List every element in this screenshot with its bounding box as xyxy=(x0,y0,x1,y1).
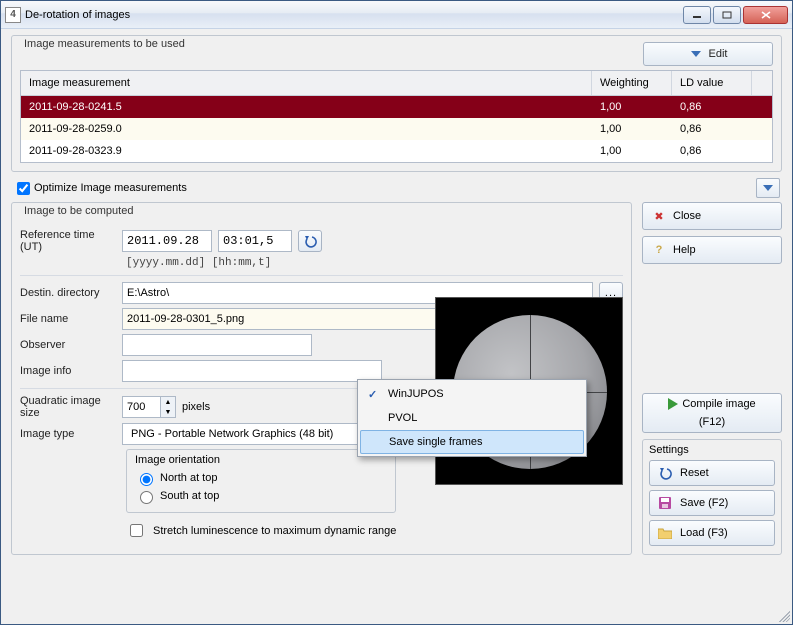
close-window-button[interactable] xyxy=(743,6,788,24)
revert-time-button[interactable] xyxy=(298,230,322,252)
measurements-group-title: Image measurements to be used xyxy=(20,38,189,50)
cell-weighting: 1,00 xyxy=(592,118,672,140)
cell-ld: 0,86 xyxy=(672,96,772,118)
col-weighting[interactable]: Weighting xyxy=(592,71,672,95)
compile-button[interactable]: Compile image (F12) xyxy=(642,393,782,433)
col-spacer xyxy=(752,71,772,95)
table-body: 2011-09-28-0241.51,000,862011-09-28-0259… xyxy=(21,96,772,162)
help-icon: ? xyxy=(651,244,667,256)
col-measurement[interactable]: Image measurement xyxy=(21,71,592,95)
reftime-hint: [yyyy.mm.dd] [hh:mm,t] xyxy=(126,257,623,269)
pixels-label: pixels xyxy=(182,401,210,413)
optimize-label: Optimize Image measurements xyxy=(34,182,187,194)
save-icon xyxy=(658,496,674,510)
load-button[interactable]: Load (F3) xyxy=(649,520,775,546)
filename-dropdown-menu: WinJUPOSPVOLSave single frames xyxy=(357,379,587,457)
south-radio[interactable] xyxy=(140,491,153,504)
menu-item[interactable]: PVOL xyxy=(360,406,584,430)
compute-group-title: Image to be computed xyxy=(20,205,137,217)
optimize-checkbox[interactable] xyxy=(17,182,30,195)
folder-icon xyxy=(658,527,674,539)
table-header: Image measurement Weighting LD value xyxy=(21,71,772,96)
minimize-button[interactable] xyxy=(683,6,711,24)
load-label: Load (F3) xyxy=(680,527,728,539)
help-label: Help xyxy=(673,244,696,256)
north-radio[interactable] xyxy=(140,473,153,486)
destdir-label: Destin. directory xyxy=(20,287,116,299)
imageinfo-input[interactable] xyxy=(122,360,382,382)
imagetype-select[interactable]: PNG - Portable Network Graphics (48 bit) xyxy=(122,423,392,445)
quadsize-spinner[interactable]: ▲▼ xyxy=(122,396,176,418)
filename-label: File name xyxy=(20,313,116,325)
settings-title: Settings xyxy=(649,444,775,456)
ref-date-input[interactable] xyxy=(122,230,212,252)
maximize-button[interactable] xyxy=(713,6,741,24)
close-label: Close xyxy=(673,210,701,222)
stretch-checkbox[interactable] xyxy=(130,524,143,537)
edit-button[interactable]: Edit xyxy=(643,42,773,66)
window-title: De-rotation of images xyxy=(25,9,683,21)
col-ldvalue[interactable]: LD value xyxy=(672,71,752,95)
compile-key-label: (F12) xyxy=(699,416,725,428)
reset-label: Reset xyxy=(680,467,709,479)
titlebar[interactable]: 4 De-rotation of images xyxy=(1,1,792,29)
below-table-row: Optimize Image measurements xyxy=(13,178,780,198)
app-icon: 4 xyxy=(5,7,21,23)
collapse-button[interactable] xyxy=(756,178,780,198)
measurements-group: Image measurements to be used Edit Image… xyxy=(11,35,782,172)
spin-up[interactable]: ▲ xyxy=(161,397,175,407)
resize-grip[interactable] xyxy=(776,608,790,622)
spin-down[interactable]: ▼ xyxy=(161,407,175,417)
reftime-label: Reference time (UT) xyxy=(20,229,116,253)
save-button[interactable]: Save (F2) xyxy=(649,490,775,516)
chevron-down-icon xyxy=(763,185,773,191)
edit-button-label: Edit xyxy=(709,48,728,60)
measurements-table: Image measurement Weighting LD value 201… xyxy=(20,70,773,163)
north-label: North at top xyxy=(160,472,217,484)
ref-time-input[interactable] xyxy=(218,230,292,252)
chevron-down-icon xyxy=(689,47,703,61)
client-area: Image measurements to be used Edit Image… xyxy=(1,29,792,624)
table-row[interactable]: 2011-09-28-0259.01,000,86 xyxy=(21,118,772,140)
side-panel: ✖ Close ? Help Compile image (F12) Se xyxy=(642,202,782,555)
cell-name: 2011-09-28-0259.0 xyxy=(21,118,592,140)
cell-ld: 0,86 xyxy=(672,140,772,162)
menu-item[interactable]: Save single frames xyxy=(360,430,584,454)
save-label: Save (F2) xyxy=(680,497,728,509)
imageinfo-label: Image info xyxy=(20,365,116,377)
reset-button[interactable]: Reset xyxy=(649,460,775,486)
imagetype-label: Image type xyxy=(20,428,116,440)
observer-label: Observer xyxy=(20,339,116,351)
window-frame: 4 De-rotation of images Image measuremen… xyxy=(0,0,793,625)
orientation-group: Image orientation North at top South at … xyxy=(126,449,396,513)
compile-label: Compile image xyxy=(682,398,755,410)
observer-input[interactable] xyxy=(122,334,312,356)
close-icon: ✖ xyxy=(651,210,667,223)
close-button[interactable]: ✖ Close xyxy=(642,202,782,230)
south-label: South at top xyxy=(160,490,219,502)
undo-arrow-icon xyxy=(303,234,317,248)
settings-group: Settings Reset Save (F2) Load (F3) xyxy=(642,439,782,555)
stretch-label: Stretch luminescence to maximum dynamic … xyxy=(153,525,396,537)
play-icon xyxy=(668,398,678,410)
help-button[interactable]: ? Help xyxy=(642,236,782,264)
cell-weighting: 1,00 xyxy=(592,140,672,162)
menu-item[interactable]: WinJUPOS xyxy=(360,382,584,406)
cell-weighting: 1,00 xyxy=(592,96,672,118)
table-row[interactable]: 2011-09-28-0241.51,000,86 xyxy=(21,96,772,118)
reset-icon xyxy=(658,466,674,480)
table-row[interactable]: 2011-09-28-0323.91,000,86 xyxy=(21,140,772,162)
quadsize-label: Quadratic image size xyxy=(20,395,116,419)
cell-name: 2011-09-28-0241.5 xyxy=(21,96,592,118)
cell-name: 2011-09-28-0323.9 xyxy=(21,140,592,162)
orientation-title: Image orientation xyxy=(135,454,387,466)
cell-ld: 0,86 xyxy=(672,118,772,140)
quadsize-input[interactable] xyxy=(122,396,160,418)
